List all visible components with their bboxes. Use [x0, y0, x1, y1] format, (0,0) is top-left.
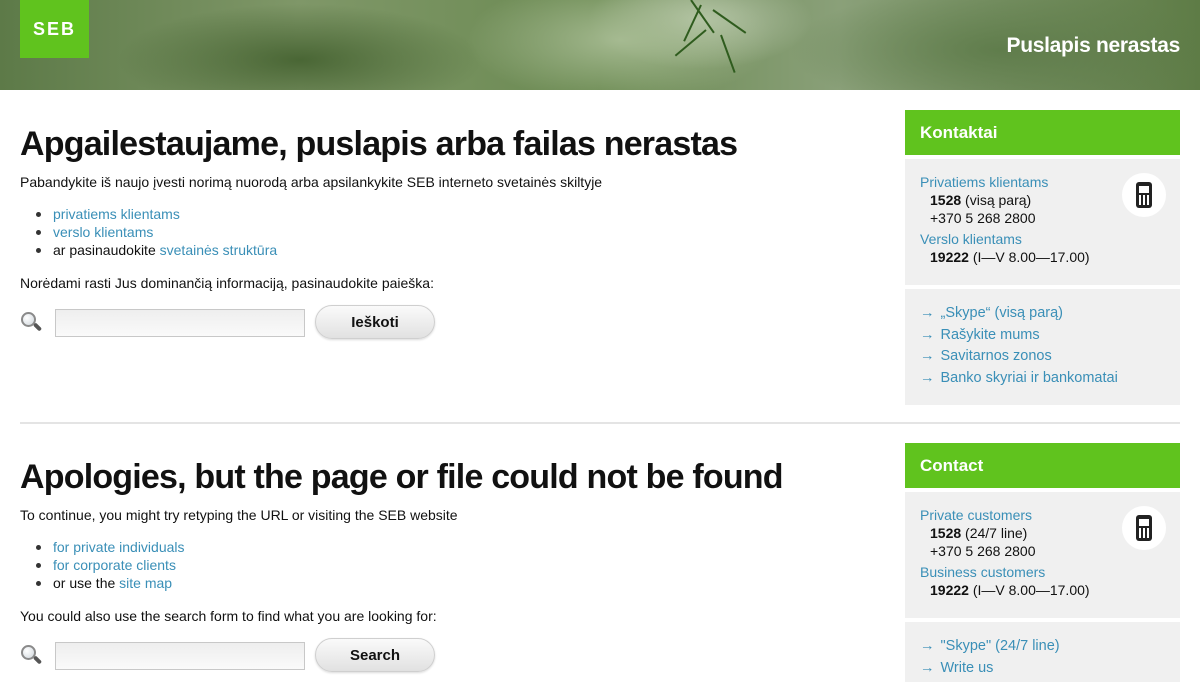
private-hours: (visą parą)	[961, 192, 1032, 208]
skype-link[interactable]: → „Skype“ (visą parą)	[920, 303, 1165, 325]
arrow-right-icon: →	[920, 305, 935, 321]
list-item-prefix: or use the	[53, 575, 120, 591]
arrow-right-icon: →	[920, 659, 935, 676]
section-divider	[20, 422, 1180, 424]
heading-en: Apologies, but the page or file could no…	[20, 458, 784, 496]
private-clients-link[interactable]: privatiems klientams	[53, 206, 180, 222]
arrow-right-icon: →	[920, 369, 935, 386]
search-input-lt[interactable]	[55, 309, 305, 337]
business-hours: (I—V 8.00—17.00)	[968, 582, 1090, 598]
business-phone-line: 19222 (I—V 8.00—17.00)	[920, 248, 1165, 266]
main-content-lt: Apgailestaujame, puslapis arba failas ne…	[20, 124, 880, 341]
link-list-lt: privatiems klientams verslo klientams ar…	[20, 205, 880, 259]
business-short-number: 19222	[930, 582, 969, 598]
contacts-title-lt: Kontaktai	[905, 110, 1180, 155]
write-us-link-label: Write us	[940, 659, 994, 676]
business-contacts-link[interactable]: Verslo klientams	[920, 231, 1022, 247]
list-item: verslo klientams	[20, 223, 880, 241]
business-customers-link[interactable]: Business customers	[920, 564, 1045, 580]
mobile-phone-icon	[1122, 506, 1166, 550]
site-structure-link[interactable]: svetainės struktūra	[160, 242, 278, 258]
private-individuals-link[interactable]: for private individuals	[53, 539, 185, 555]
write-us-link-label: Rašykite mums	[940, 326, 1040, 343]
search-form-en: Search	[20, 638, 880, 674]
write-us-link[interactable]: → Write us	[920, 658, 1165, 680]
contacts-phone-box-lt: Privatiems klientams 1528 (visą parą) +3…	[905, 159, 1180, 285]
private-hours: (24/7 line)	[961, 525, 1028, 541]
branches-link[interactable]: → Banko skyriai ir bankomatai	[920, 368, 1165, 390]
main-content-en: Apologies, but the page or file could no…	[20, 457, 880, 674]
skype-link-label: "Skype" (24/7 line)	[940, 638, 1060, 654]
site-map-link[interactable]: site map	[119, 575, 172, 591]
contacts-links-box-lt: → „Skype“ (visą parą) → Rašykite mums → Sav…	[905, 289, 1180, 405]
write-us-link[interactable]: → Rašykite mums	[920, 325, 1165, 347]
intro-text-lt: Pabandykite iš naujo įvesti norimą nuoro…	[20, 174, 603, 190]
private-full-phone: +370 5 268 2800	[930, 543, 1036, 559]
business-clients-link[interactable]: verslo klientams	[53, 224, 153, 240]
contacts-links-box-en: → "Skype" (24/7 line) → Write us	[905, 622, 1180, 682]
arrow-right-icon: →	[920, 348, 935, 364]
search-form-lt: Ieškoti	[20, 305, 880, 341]
corporate-clients-link[interactable]: for corporate clients	[53, 557, 176, 573]
banner-decoration	[720, 34, 736, 73]
search-hint-lt: Norėdami rasti Jus dominančią informacij…	[20, 275, 434, 291]
banner-decoration	[674, 29, 707, 57]
arrow-right-icon: →	[920, 638, 935, 654]
search-button-lt[interactable]: Ieškoti	[315, 305, 435, 339]
arrow-right-icon: →	[920, 326, 935, 343]
private-full-phone: +370 5 268 2800	[930, 210, 1036, 226]
skype-link[interactable]: → "Skype" (24/7 line)	[920, 636, 1165, 658]
contacts-title-en: Contact	[905, 443, 1180, 488]
search-input-en[interactable]	[55, 642, 305, 670]
business-short-number: 19222	[930, 249, 969, 265]
search-icon	[20, 311, 43, 333]
search-button-en[interactable]: Search	[315, 638, 435, 672]
private-short-number: 1528	[930, 192, 962, 208]
intro-text-en: To continue, you might try retyping the …	[20, 507, 458, 523]
skype-link-label: „Skype“ (visą parą)	[940, 305, 1063, 321]
self-service-link-label: Savitarnos zonos	[940, 348, 1052, 364]
banner-decoration	[712, 9, 747, 34]
list-item: or use the site map	[20, 574, 880, 592]
business-phone-line: 19222 (I—V 8.00—17.00)	[920, 581, 1165, 599]
seb-logo[interactable]: SEB	[20, 0, 89, 58]
contacts-panel-lt: Kontaktai Privatiems klientams 1528 (vis…	[905, 110, 1180, 405]
list-item-prefix: ar pasinaudokite	[53, 242, 160, 258]
business-hours: (I—V 8.00—17.00)	[968, 249, 1090, 265]
self-service-link[interactable]: → Savitarnos zonos	[920, 346, 1165, 368]
branches-link-label: Banko skyriai ir bankomatai	[940, 369, 1118, 386]
contacts-panel-en: Contact Private customers 1528 (24/7 lin…	[905, 443, 1180, 682]
private-contacts-link[interactable]: Privatiems klientams	[920, 174, 1048, 190]
heading-lt: Apgailestaujame, puslapis arba failas ne…	[20, 125, 738, 163]
contacts-phone-box-en: Private customers 1528 (24/7 line) +370 …	[905, 492, 1180, 618]
header-banner: SEB Puslapis nerastas	[0, 0, 1200, 90]
list-item: ar pasinaudokite svetainės struktūra	[20, 241, 880, 259]
list-item: for private individuals	[20, 538, 880, 556]
private-customers-link[interactable]: Private customers	[920, 507, 1032, 523]
private-short-number: 1528	[930, 525, 962, 541]
list-item: for corporate clients	[20, 556, 880, 574]
page-title: Puslapis nerastas	[1006, 34, 1181, 57]
search-hint-en: You could also use the search form to fi…	[20, 608, 437, 624]
list-item: privatiems klientams	[20, 205, 880, 223]
link-list-en: for private individuals for corporate cl…	[20, 538, 880, 592]
mobile-phone-icon	[1122, 173, 1166, 217]
